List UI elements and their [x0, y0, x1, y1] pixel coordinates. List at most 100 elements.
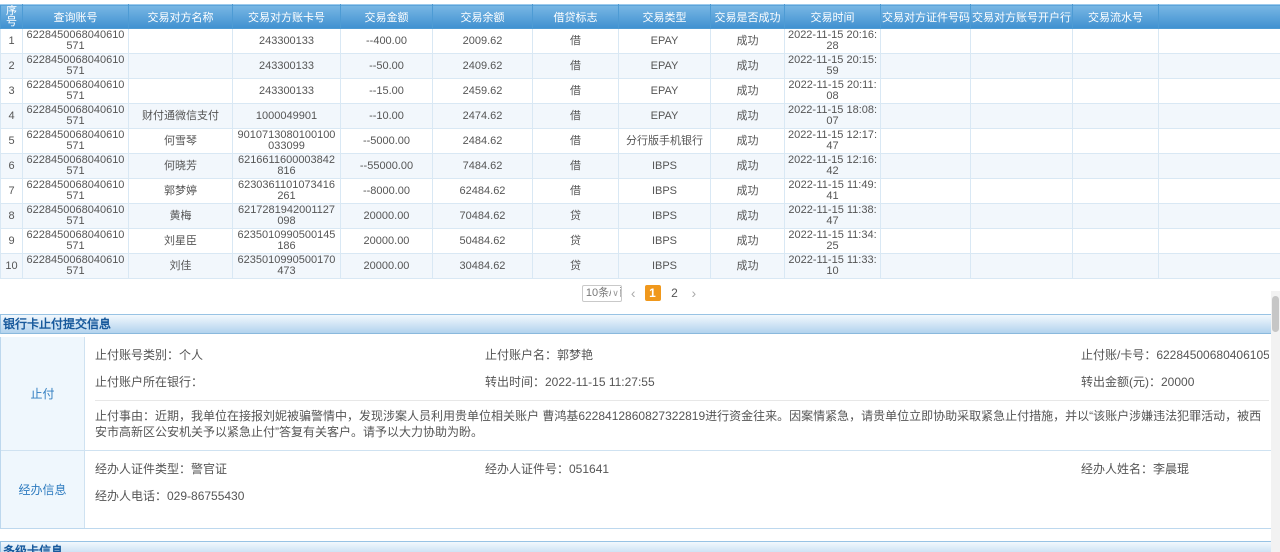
table-cell [881, 79, 971, 104]
table-row: 46228450068040610571财付通微信支付1000049901--1… [1, 104, 1280, 129]
table-cell: 郭梦婷 [129, 179, 233, 204]
table-cell [1159, 154, 1280, 179]
field-transfer-time: 转出时间：2022-11-15 11:27:55 [485, 373, 1081, 390]
table-cell: 2022-11-15 20:11:08 [785, 79, 881, 104]
table-row: 16228450068040610571243300133--400.00200… [1, 29, 1280, 54]
table-cell: 1000049901 [233, 104, 341, 129]
column-header: 交易对方名称 [129, 5, 233, 29]
table-cell: 成功 [711, 79, 785, 104]
table-cell: 6228450068040610571 [23, 29, 129, 54]
table-cell: 20000.00 [341, 254, 433, 279]
stop-payment-group: 止付 止付账号类别：个人 止付账户名：郭梦艳 止付账/卡号：6228450068… [1, 337, 1279, 450]
stop-payment-group-label: 止付 [1, 337, 85, 450]
handler-info-group-label: 经办信息 [1, 451, 85, 528]
table-cell: 2022-11-15 18:08:07 [785, 104, 881, 129]
table-cell [971, 154, 1073, 179]
table-cell: 1 [1, 29, 23, 54]
table-cell: 借 [533, 129, 619, 154]
table-cell: 成功 [711, 179, 785, 204]
field-row: 经办人电话：029-86755430 [95, 487, 1269, 504]
column-header: 查询账号 [23, 5, 129, 29]
table-cell: 2022-11-15 11:38:47 [785, 204, 881, 229]
divider [95, 400, 1269, 401]
table-cell: 借 [533, 179, 619, 204]
table-row: 26228450068040610571243300133--50.002409… [1, 54, 1280, 79]
table-cell: 2022-11-15 20:16:28 [785, 29, 881, 54]
table-cell: 成功 [711, 154, 785, 179]
table-cell: 10 [1, 254, 23, 279]
table-cell: EPAY [619, 29, 711, 54]
column-header: 交易类型 [619, 5, 711, 29]
table-cell: 30484.62 [433, 254, 533, 279]
table-cell [1073, 204, 1159, 229]
table-cell [1073, 154, 1159, 179]
table-cell: 2022-11-15 11:49:41 [785, 179, 881, 204]
field-handler-name: 经办人姓名：李晨琨 [1081, 460, 1269, 477]
table-cell: 借 [533, 154, 619, 179]
field-row: 止付账户所在银行： 转出时间：2022-11-15 11:27:55 转出金额(… [95, 373, 1269, 390]
table-cell: 7484.62 [433, 154, 533, 179]
table-cell: 2022-11-15 12:17:47 [785, 129, 881, 154]
table-cell: 6228450068040610571 [23, 254, 129, 279]
table-cell [881, 229, 971, 254]
table-cell [881, 179, 971, 204]
table-cell: --8000.00 [341, 179, 433, 204]
column-header: 交易流水号 [1073, 5, 1159, 29]
stop-payment-reason: 止付事由：近期，我单位在接报刘妮被骗警情中，发现涉案人员利用贵单位相关账户 曹鸿… [95, 408, 1269, 440]
page-button-2[interactable]: 2 [667, 285, 683, 301]
table-cell [881, 254, 971, 279]
table-cell: 6235010990500145186 [233, 229, 341, 254]
table-cell: 成功 [711, 254, 785, 279]
column-header: 交易时间 [785, 5, 881, 29]
table-cell [1073, 129, 1159, 154]
table-cell: 243300133 [233, 79, 341, 104]
table-cell [971, 54, 1073, 79]
field-row: 经办人证件类型：警官证 经办人证件号：051641 经办人姓名：李晨琨 [95, 460, 1269, 477]
table-cell: 借 [533, 79, 619, 104]
field-account-name: 止付账户名：郭梦艳 [485, 346, 1081, 363]
table-row: 106228450068040610571刘佳62350109905001704… [1, 254, 1280, 279]
table-cell: EPAY [619, 79, 711, 104]
page-button-1[interactable]: 1 [645, 285, 661, 301]
table-cell: 6230361101073416261 [233, 179, 341, 204]
table-cell: 何晓芳 [129, 154, 233, 179]
table-cell: 黄梅 [129, 204, 233, 229]
field-handler-cert-type: 经办人证件类型：警官证 [95, 460, 485, 477]
table-cell: 6235010990500170473 [233, 254, 341, 279]
table-cell [971, 29, 1073, 54]
page-size-select[interactable]: 10条/页 ∨ [582, 285, 622, 302]
table-cell: 财付通微信支付 [129, 104, 233, 129]
table-cell: 2 [1, 54, 23, 79]
table-cell: IBPS [619, 154, 711, 179]
table-cell: 6217281942001127098 [233, 204, 341, 229]
table-cell [129, 54, 233, 79]
table-cell: 何雪琴 [129, 129, 233, 154]
table-cell [881, 204, 971, 229]
table-cell [971, 179, 1073, 204]
next-page-button[interactable]: › [690, 286, 699, 300]
field-empty [485, 487, 1081, 504]
transactions-table: 序号查询账号交易对方名称交易对方账卡号交易金额交易余额借贷标志交易类型交易是否成… [0, 4, 1280, 279]
table-cell: 2474.62 [433, 104, 533, 129]
table-cell [1073, 29, 1159, 54]
table-cell: --55000.00 [341, 154, 433, 179]
scrollbar-thumb[interactable] [1272, 296, 1279, 332]
table-cell: 成功 [711, 54, 785, 79]
table-cell [1159, 104, 1280, 129]
table-cell: 6216611600003842816 [233, 154, 341, 179]
table-cell: 6228450068040610571 [23, 104, 129, 129]
table-cell [1159, 29, 1280, 54]
column-header: 交易对方证件号码 [881, 5, 971, 29]
table-row: 36228450068040610571243300133--15.002459… [1, 79, 1280, 104]
table-cell: 6228450068040610571 [23, 79, 129, 104]
column-header: 交易余额 [433, 5, 533, 29]
prev-page-button[interactable]: ‹ [629, 286, 638, 300]
table-cell [1073, 104, 1159, 129]
table-cell [129, 79, 233, 104]
table-cell [1159, 179, 1280, 204]
table-cell [1073, 179, 1159, 204]
column-header: 交易对方账号开户行 [971, 5, 1073, 29]
field-transfer-amount: 转出金额(元)：20000 [1081, 373, 1269, 390]
transactions-header-row: 序号查询账号交易对方名称交易对方账卡号交易金额交易余额借贷标志交易类型交易是否成… [1, 5, 1280, 29]
table-cell [1073, 229, 1159, 254]
